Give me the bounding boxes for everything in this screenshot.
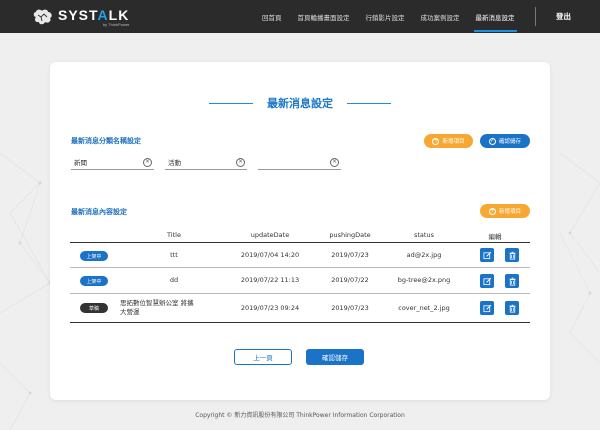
header-status: status xyxy=(414,231,434,239)
content-section-title: 最新消息內容設定 xyxy=(71,208,127,216)
status-badge: 上架中 xyxy=(80,251,108,261)
category-field-3[interactable]: × xyxy=(258,155,341,170)
row-status: bg-tree@2x.png xyxy=(397,276,451,284)
row-title: dd xyxy=(169,276,179,284)
trash-icon[interactable] xyxy=(505,248,519,262)
row-title-line-1: 思拓數位智慧辦公室 將攜 xyxy=(120,299,194,307)
header-edit: 編輯 xyxy=(488,233,502,241)
trash-icon[interactable] xyxy=(505,274,519,288)
edit-icon[interactable] xyxy=(480,248,494,262)
brand-logo[interactable]: SYSTALK by ThinkPower xyxy=(32,6,129,28)
header-pushing-date: pushingDate xyxy=(329,231,371,239)
page-title: 最新消息設定 xyxy=(267,97,333,110)
status-badge: 草稿 xyxy=(80,303,108,313)
brand-name: SYSTALK xyxy=(58,6,130,23)
row-status: cover_net_2.jpg xyxy=(398,304,450,312)
row-pushing-date: 2019/07/22 xyxy=(331,276,369,284)
table-row: 草稿 思拓數位智慧辦公室 將攜 大營運 2019/07/23 09:24 201… xyxy=(70,294,530,323)
row-pushing-date: 2019/07/23 xyxy=(331,304,369,312)
category-save-button[interactable]: ✓ 確認儲存 xyxy=(480,134,530,148)
row-title-line-2: 大營運 xyxy=(120,308,140,316)
nav-item-case-settings[interactable]: 成功案例設定 xyxy=(421,0,460,33)
nav-item-news-settings[interactable]: 最新消息設定 xyxy=(473,0,517,33)
brain-logo-icon xyxy=(32,8,54,26)
row-title: ttt xyxy=(170,251,178,259)
clear-icon[interactable]: × xyxy=(330,157,339,167)
edit-icon[interactable] xyxy=(480,274,494,288)
status-badge: 上架中 xyxy=(80,276,108,286)
clear-icon[interactable]: × xyxy=(236,157,245,167)
trash-icon[interactable] xyxy=(505,301,519,315)
nav-item-video-settings[interactable]: 行銷影片設定 xyxy=(366,0,405,33)
clear-icon[interactable]: × xyxy=(143,157,152,167)
category-section-title: 最新消息分類名稱設定 xyxy=(71,137,141,145)
logout-button[interactable]: 登出 xyxy=(556,0,571,33)
table-header: Title updateDate pushingDate status 編輯 xyxy=(70,229,530,243)
main-nav: 回首頁 首頁輪播畫面設定 行銷影片設定 成功案例設定 最新消息設定 xyxy=(262,0,531,33)
brand-tagline: by ThinkPower xyxy=(102,21,130,27)
header-update-date: updateDate xyxy=(250,231,290,239)
row-update-date: 2019/07/22 11:13 xyxy=(240,276,300,284)
table-row: 上架中 ttt 2019/07/04 14:20 2019/07/23 ad@2… xyxy=(70,243,530,268)
category-field-1-value: 新聞 xyxy=(74,159,87,167)
category-field-2[interactable]: 活動 × xyxy=(165,155,247,170)
news-table: Title updateDate pushingDate status 編輯 上… xyxy=(70,229,530,323)
confirm-save-button[interactable]: 確認儲存 xyxy=(306,349,364,365)
row-update-date: 2019/07/23 09:24 xyxy=(240,304,300,312)
content-add-button[interactable]: + 新增項目 xyxy=(480,204,530,218)
row-title: 思拓數位智慧辦公室 將攜 大營運 xyxy=(120,299,220,317)
category-add-button[interactable]: + 新增項目 xyxy=(424,134,473,148)
header-title: Title xyxy=(167,231,181,239)
category-add-label: 新增項目 xyxy=(442,139,465,145)
plus-circle-icon: + xyxy=(432,137,440,145)
plus-circle-icon: + xyxy=(488,207,496,215)
table-row: 上架中 dd 2019/07/22 11:13 2019/07/22 bg-tr… xyxy=(70,268,530,294)
nav-divider xyxy=(535,7,536,26)
content-add-label: 新增項目 xyxy=(498,209,521,215)
nav-item-carousel-settings[interactable]: 首頁輪播畫面設定 xyxy=(298,0,350,33)
title-line-right xyxy=(347,102,391,104)
edit-icon[interactable] xyxy=(480,301,494,315)
row-update-date: 2019/07/04 14:20 xyxy=(240,251,300,259)
copyright-footer: Copyright © 新力資訊股份有限公司 ThinkPower Inform… xyxy=(195,412,405,419)
page-title-row: 最新消息設定 xyxy=(50,95,550,111)
nav-item-home[interactable]: 回首頁 xyxy=(262,0,282,33)
check-circle-icon: ✓ xyxy=(488,137,496,145)
category-field-1[interactable]: 新聞 × xyxy=(71,155,154,170)
title-line-left xyxy=(209,102,253,104)
row-status: ad@2x.jpg xyxy=(406,251,442,259)
row-pushing-date: 2019/07/23 xyxy=(331,251,369,259)
top-navigation-bar: SYSTALK by ThinkPower 回首頁 首頁輪播畫面設定 行銷影片設… xyxy=(0,0,600,33)
category-save-label: 確認儲存 xyxy=(498,139,521,145)
settings-card: 最新消息設定 最新消息分類名稱設定 + 新增項目 ✓ 確認儲存 新聞 × 活動 … xyxy=(50,62,550,400)
category-field-2-value: 活動 xyxy=(168,159,181,167)
prev-page-button[interactable]: 上一頁 xyxy=(234,349,292,365)
